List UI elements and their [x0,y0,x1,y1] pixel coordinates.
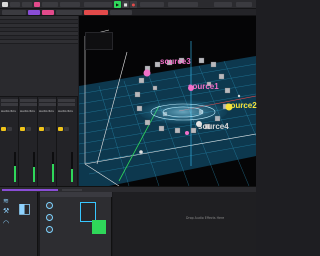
mute-button[interactable] [39,127,44,131]
param-knob[interactable] [46,226,53,233]
level-meter [52,152,54,182]
menu-icon[interactable] [2,2,8,7]
level-meter [33,152,35,182]
toolbar-slot[interactable] [84,2,112,7]
track-list [0,16,78,96]
mute-button[interactable] [20,127,25,131]
mixer-strip: Audio Rcv [57,97,78,187]
toolbar-slot[interactable] [60,2,80,7]
tab[interactable] [42,10,54,15]
device-header [40,192,112,197]
device-sidebar: ≋ ⚒ ◠ ◧ [0,192,38,256]
strip-name: Audio Rcv [1,109,16,113]
toolbar-slot[interactable] [42,2,58,7]
strip-slot[interactable] [1,103,18,106]
strip-name: Audio Rcv [20,109,35,113]
solo-button[interactable] [64,127,69,131]
mute-button[interactable] [58,127,63,131]
meter-fill [52,164,54,182]
strip-slot[interactable] [58,103,75,106]
clip-bar[interactable] [2,189,58,191]
strip-slot[interactable] [58,99,75,102]
source-sphere [139,150,143,154]
solo-button[interactable] [26,127,31,131]
toolbar-slot[interactable] [22,2,32,7]
source-label[interactable]: source3 [160,57,191,66]
top-toolbar: ▶ ■ ● [0,0,256,9]
headphones-icon[interactable]: ◠ [3,220,9,227]
effects-drop-zone[interactable] [113,192,256,256]
level-meter [14,152,16,182]
drop-hint: Drop Audio Effects Here [186,216,225,220]
device-panel [40,192,112,256]
strip-name: Audio Rcv [39,109,54,113]
solo-button[interactable] [45,127,50,131]
tab[interactable] [84,10,108,15]
level-meter [71,152,73,182]
tab[interactable] [110,10,132,15]
track-row[interactable] [0,40,78,44]
accent-swatch[interactable] [34,2,40,7]
toolbar-slot[interactable] [10,2,20,7]
mode-button[interactable] [80,202,96,222]
play-icon[interactable]: ▶ [114,1,121,8]
speaker-icon[interactable]: ◧ [18,202,31,216]
tab[interactable] [56,10,82,15]
meter-fill [71,168,73,182]
mixer-strip: Audio Rcv [0,97,19,187]
source-sphere [185,131,189,135]
param-knob[interactable] [46,202,53,209]
strip-slot[interactable] [20,99,37,102]
meter-fill [14,165,16,182]
mute-button[interactable] [1,127,6,131]
strip-slot[interactable] [39,103,56,106]
source-label[interactable]: source2 [226,101,257,110]
source-label[interactable]: source1 [188,82,219,91]
secondary-toolbar [0,9,256,16]
strip-slot[interactable] [20,103,37,106]
strip-name: Audio Rcv [58,109,73,113]
mixer: Audio Rcv Audio Rcv Audio Rcv Audio Rcv [0,96,78,187]
toolbar-slot[interactable] [168,2,198,7]
strip-slot[interactable] [39,99,56,102]
tab[interactable] [28,10,40,15]
solo-button[interactable] [7,127,12,131]
info-panel [85,32,113,50]
active-toggle[interactable] [92,220,106,234]
mixer-strip: Audio Rcv [19,97,38,187]
meter-fill [33,167,35,182]
strip-slot[interactable] [1,99,18,102]
tab[interactable] [2,10,26,15]
toolbar-slot[interactable] [140,2,164,7]
source-sphere [237,94,241,98]
device-area: ≋ ⚒ ◠ ◧ Drop Audio Effects Here [0,192,256,256]
wrench-icon[interactable]: ⚒ [3,208,9,215]
stop-icon[interactable]: ■ [122,1,129,8]
waveform-icon[interactable]: ≋ [3,198,9,205]
source-sphere [143,69,151,77]
listener-disc [139,100,227,124]
source-label[interactable]: source4 [198,122,229,131]
record-icon[interactable]: ● [130,1,137,8]
mixer-strip: Audio Rcv [38,97,57,187]
clip-bar[interactable] [62,189,82,191]
param-knob[interactable] [46,214,53,221]
toolbar-slot[interactable] [214,2,232,7]
toolbar-slot[interactable] [236,2,252,7]
